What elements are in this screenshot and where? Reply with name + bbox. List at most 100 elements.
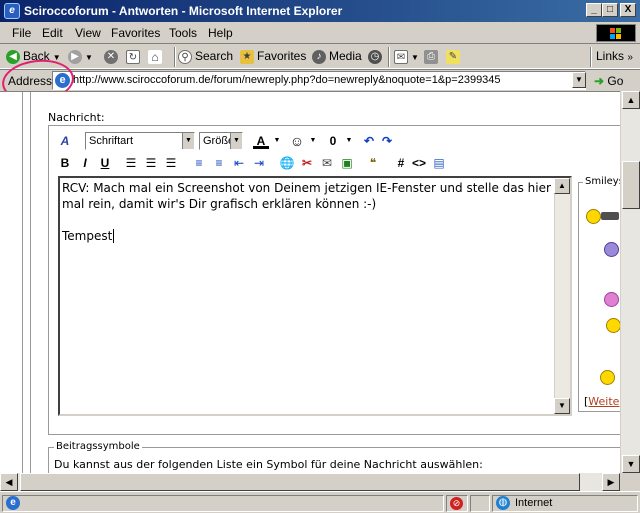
insert-image-icon[interactable]: ▣ <box>339 155 355 171</box>
attachment-icon[interactable]: 0 <box>325 133 341 149</box>
ordered-list-icon[interactable]: ≡ <box>191 155 207 171</box>
media-button[interactable]: ♪ Media <box>312 49 362 65</box>
go-arrow-icon: ➜ <box>594 74 605 88</box>
forward-button[interactable]: ▶ ▼ <box>68 49 93 65</box>
refresh-icon: ↻ <box>126 49 140 64</box>
chevron-down-icon[interactable]: ▼ <box>305 133 321 149</box>
font-select[interactable]: Schriftart ▼ <box>85 132 195 150</box>
address-url[interactable]: http://www.sciroccoforum.de/forum/newrep… <box>73 74 501 86</box>
smiley-icon[interactable] <box>604 292 619 307</box>
address-bar: Address e http://www.sciroccoforum.de/fo… <box>0 69 640 91</box>
align-center-icon[interactable]: ☰ <box>143 155 159 171</box>
remove-link-icon[interactable]: ✂ <box>299 155 315 171</box>
message-textarea[interactable]: RCV: Mach mal ein Screenshot von Deinem … <box>58 176 572 416</box>
remove-format-icon[interactable]: A <box>57 133 73 149</box>
search-label: Search <box>195 49 234 63</box>
redo-icon[interactable]: ↷ <box>379 133 395 149</box>
nachricht-label: Nachricht: <box>48 111 105 124</box>
size-select[interactable]: Größe ▼ <box>199 132 243 150</box>
italic-icon[interactable]: I <box>77 155 93 171</box>
more-smileys-label[interactable]: Weite <box>588 395 619 408</box>
align-left-icon[interactable]: ☰ <box>123 155 139 171</box>
menu-tools[interactable]: Tools <box>169 26 197 40</box>
zone-label: Internet <box>515 497 553 509</box>
stop-icon: ✕ <box>104 49 118 64</box>
menu-edit[interactable]: Edit <box>42 26 63 40</box>
chevron-down-icon[interactable]: ▼ <box>269 133 285 149</box>
mail-button[interactable]: ✉ ▼ <box>394 49 419 65</box>
scroll-left-icon[interactable]: ◀ <box>0 473 18 491</box>
insert-link-icon[interactable]: 🌐 <box>279 155 295 171</box>
align-right-icon[interactable]: ☰ <box>163 155 179 171</box>
more-smileys-link[interactable]: [Weite <box>584 395 619 408</box>
vertical-scrollbar[interactable]: ▲ ▼ <box>620 91 640 473</box>
media-label: Media <box>329 49 362 63</box>
home-button[interactable]: ⌂ <box>148 49 165 65</box>
search-icon: ⚲ <box>178 49 192 64</box>
address-input[interactable]: e http://www.sciroccoforum.de/forum/newr… <box>52 71 586 90</box>
scroll-thumb[interactable] <box>20 473 580 491</box>
scroll-down-icon[interactable]: ▼ <box>622 455 640 473</box>
outdent-icon[interactable]: ⇤ <box>231 155 247 171</box>
history-icon: ◷ <box>368 49 382 64</box>
undo-icon[interactable]: ↶ <box>361 133 377 149</box>
php-code-icon[interactable]: ▤ <box>431 155 447 171</box>
horizontal-scrollbar[interactable]: ◀ ▶ <box>0 473 620 491</box>
toolbar-separator <box>174 47 176 67</box>
standard-toolbar: ◀ Back ▼ ▶ ▼ ✕ ↻ ⌂ ⚲ Search ★ Favorites ♪ Medi… <box>0 45 640 69</box>
quote-icon[interactable]: ❝ <box>365 155 381 171</box>
font-select-value: Schriftart <box>89 135 134 147</box>
menu-bar: File Edit View Favorites Tools Help <box>0 22 640 44</box>
email-link-icon[interactable]: ✉ <box>319 155 335 171</box>
editor-toolbar: A Schriftart ▼ Größe ▼ A ▼ ☺ ▼ 0 ▼ ↶ ↷ B… <box>53 130 573 176</box>
title-bar: e Sciroccoforum - Antworten - Microsoft … <box>0 0 640 22</box>
minimize-button[interactable]: _ <box>586 3 602 17</box>
text-color-icon[interactable]: A <box>253 133 269 149</box>
menu-file[interactable]: File <box>12 26 31 40</box>
home-icon: ⌂ <box>148 49 162 64</box>
stop-button[interactable]: ✕ <box>104 49 121 65</box>
favorites-button[interactable]: ★ Favorites <box>240 49 306 65</box>
edit-button[interactable]: ✎ <box>446 49 463 65</box>
scroll-up-icon[interactable]: ▲ <box>554 178 570 194</box>
bold-icon[interactable]: B <box>57 155 73 171</box>
post-icons-description: Du kannst aus der folgenden Liste ein Sy… <box>54 458 483 471</box>
ie-app-icon[interactable]: e <box>4 3 20 19</box>
search-button[interactable]: ⚲ Search <box>178 49 233 65</box>
textarea-scrollbar[interactable]: ▲ ▼ <box>554 178 570 414</box>
code-hash-icon[interactable]: # <box>393 155 409 171</box>
html-code-icon[interactable]: <> <box>411 155 427 171</box>
go-button[interactable]: ➜ Go <box>594 74 623 88</box>
blocked-icon: ⊘ <box>450 497 463 510</box>
smiley-insert-icon[interactable]: ☺ <box>289 133 305 149</box>
smiley-gun-icon[interactable] <box>601 212 619 220</box>
menu-view[interactable]: View <box>75 26 101 40</box>
refresh-button[interactable]: ↻ <box>126 49 143 65</box>
scroll-right-icon[interactable]: ▶ <box>602 473 620 491</box>
status-text-pane: e <box>2 495 444 512</box>
menu-favorites[interactable]: Favorites <box>111 26 160 40</box>
message-text[interactable]: RCV: Mach mal ein Screenshot von Deinem … <box>62 180 556 244</box>
chevron-down-icon[interactable]: ▼ <box>341 133 357 149</box>
scroll-down-icon[interactable]: ▼ <box>554 398 570 414</box>
back-arrow-icon: ◀ <box>6 49 20 64</box>
scroll-up-icon[interactable]: ▲ <box>622 91 640 109</box>
links-button[interactable]: Links » <box>596 49 633 65</box>
underline-icon[interactable]: U <box>97 155 113 171</box>
unordered-list-icon[interactable]: ≡ <box>211 155 227 171</box>
address-dropdown-button[interactable]: ▼ <box>572 72 586 88</box>
maximize-button[interactable]: □ <box>602 3 618 17</box>
smiley-magnifier-icon[interactable] <box>600 370 615 385</box>
chevron-right-icon: » <box>627 52 633 63</box>
print-button[interactable]: ⎙ <box>424 49 441 65</box>
history-button[interactable]: ◷ <box>368 49 385 65</box>
indent-icon[interactable]: ⇥ <box>251 155 267 171</box>
scroll-corner <box>620 473 640 491</box>
scroll-thumb[interactable] <box>622 161 640 209</box>
smiley-icon[interactable] <box>586 209 601 224</box>
close-button[interactable]: X <box>620 3 636 17</box>
smiley-icon[interactable] <box>606 318 620 333</box>
print-icon: ⎙ <box>424 49 438 64</box>
smiley-icon[interactable] <box>604 242 619 257</box>
menu-help[interactable]: Help <box>208 26 233 40</box>
